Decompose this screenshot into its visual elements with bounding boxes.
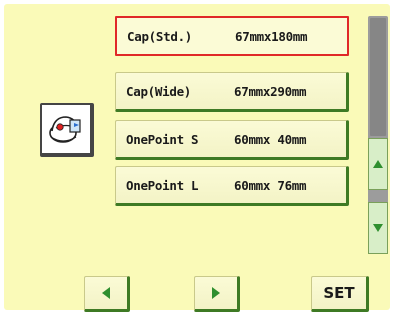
- frame-size: 60mmx 76mm: [234, 177, 307, 193]
- frame-name: OnePoint L: [126, 177, 199, 193]
- frame-name: OnePoint S: [126, 131, 199, 147]
- next-button[interactable]: [194, 276, 240, 312]
- cap-frame-icon: [49, 116, 81, 143]
- triangle-left-icon: [102, 287, 110, 299]
- frame-name: Cap(Std.): [127, 28, 193, 44]
- frame-size: 67mmx180mm: [235, 28, 308, 44]
- scroll-up-button[interactable]: [368, 138, 388, 190]
- frame-type-button[interactable]: [40, 103, 94, 157]
- frame-size: 60mmx 40mm: [234, 131, 307, 147]
- frame-select-screen: Cap(Std.) 67mmx180mm Cap(Wide) 67mmx290m…: [4, 4, 390, 312]
- frame-option-cap-std[interactable]: Cap(Std.) 67mmx180mm: [115, 16, 349, 56]
- triangle-down-icon: [373, 224, 383, 232]
- scroll-thumb[interactable]: [370, 18, 386, 136]
- prev-button[interactable]: [84, 276, 130, 312]
- frame-size: 67mmx290mm: [234, 83, 307, 99]
- triangle-right-icon: [212, 287, 220, 299]
- frame-option-onepoint-s[interactable]: OnePoint S 60mmx 40mm: [115, 120, 349, 160]
- scroll-down-button[interactable]: [368, 202, 388, 254]
- frame-option-cap-wide[interactable]: Cap(Wide) 67mmx290mm: [115, 72, 349, 112]
- frame-option-onepoint-l[interactable]: OnePoint L 60mmx 76mm: [115, 166, 349, 206]
- frame-name: Cap(Wide): [126, 83, 192, 99]
- set-button[interactable]: SET: [311, 276, 369, 312]
- triangle-up-icon: [373, 160, 383, 168]
